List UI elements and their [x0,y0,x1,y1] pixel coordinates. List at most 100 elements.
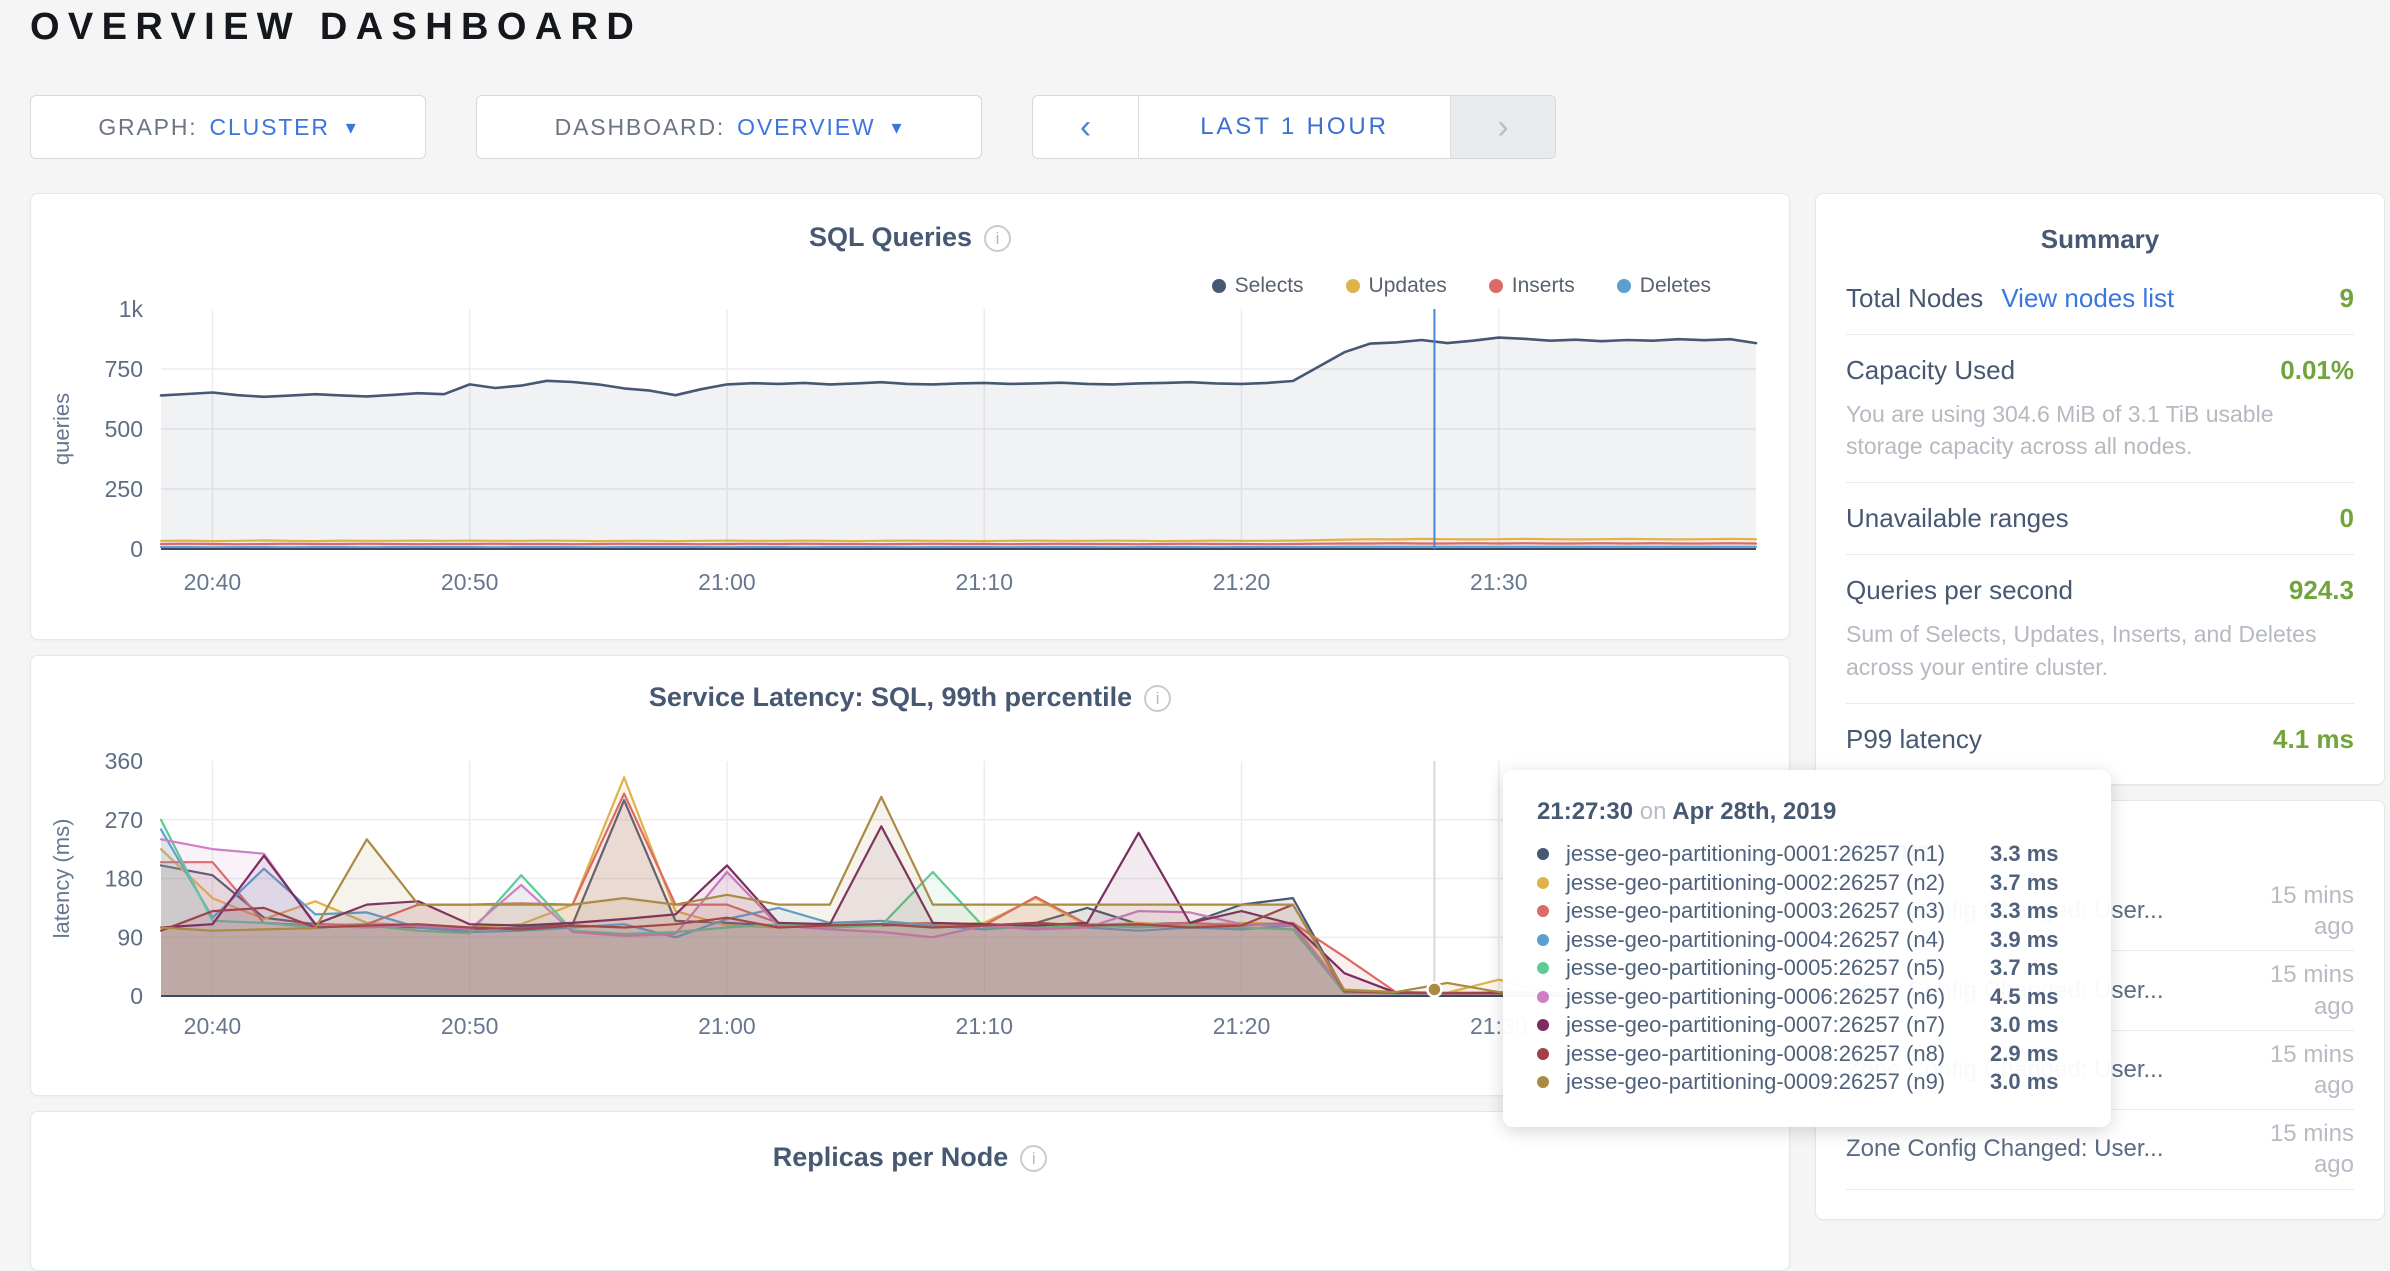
tooltip-time: 21:27:30 [1537,798,1633,825]
tooltip-node-row: jesse-geo-partitioning-0007:26257 (n7)3.… [1537,1011,2077,1040]
node-latency-value: 4.5 ms [1990,984,2059,1010]
info-icon[interactable]: i [1020,1145,1047,1172]
node-latency-value: 3.3 ms [1990,898,2059,924]
svg-text:0: 0 [130,983,143,1009]
capacity-value: 0.01% [2280,355,2354,386]
node-latency-value: 3.7 ms [1990,955,2059,981]
summary-row-unavailable: Unavailable ranges 0 [1846,482,2354,554]
svg-text:90: 90 [117,924,143,950]
series-dot-icon [1537,934,1549,946]
series-dot-icon [1537,905,1549,917]
view-nodes-list-link[interactable]: View nodes list [2001,283,2174,314]
node-latency-value: 3.0 ms [1990,1012,2059,1038]
series-dot-icon [1537,1076,1549,1088]
chart-title: SQL Queries [809,222,972,252]
graph-dropdown-label: GRAPH: [98,114,197,141]
node-name: jesse-geo-partitioning-0001:26257 (n1) [1566,841,1990,867]
svg-text:180: 180 [105,866,143,892]
p99-latency-label: P99 latency [1846,724,1982,755]
tooltip-node-row: jesse-geo-partitioning-0006:26257 (n6)4.… [1537,983,2077,1012]
p99-latency-value: 4.1 ms [2273,724,2354,755]
svg-text:21:10: 21:10 [955,1013,1013,1039]
graph-dropdown-value: CLUSTER [210,114,330,141]
dashboard-dropdown-value: OVERVIEW [737,114,875,141]
series-dot-icon [1537,962,1549,974]
node-latency-value: 2.9 ms [1990,1041,2059,1067]
sql-queries-title-row: SQL Queries i [31,194,1789,253]
svg-text:20:50: 20:50 [441,569,499,595]
graph-dropdown[interactable]: GRAPH: CLUSTER ▾ [30,95,426,159]
svg-text:20:40: 20:40 [184,1013,242,1039]
series-dot-icon [1537,877,1549,889]
node-name: jesse-geo-partitioning-0009:26257 (n9) [1566,1069,1990,1095]
event-timestamp: 15 mins ago [2232,959,2354,1021]
chevron-right-icon: › [1497,108,1508,147]
chart-hover-tooltip: 21:27:30 on Apr 28th, 2019 jesse-geo-par… [1503,770,2111,1127]
summary-row-qps: Queries per second 924.3 [1846,554,2354,626]
svg-text:21:10: 21:10 [955,569,1013,595]
series-dot-icon [1537,991,1549,1003]
capacity-description: You are using 304.6 MiB of 3.1 TiB usabl… [1846,398,2354,482]
legend-dot-icon [1212,279,1226,293]
time-next-button[interactable]: › [1450,96,1555,158]
dashboard-dropdown-label: DASHBOARD: [555,114,725,141]
dashboard-dropdown[interactable]: DASHBOARD: OVERVIEW ▾ [476,95,982,159]
page-title: OVERVIEW DASHBOARD [30,6,642,49]
capacity-label: Capacity Used [1846,355,2015,386]
unavailable-ranges-label: Unavailable ranges [1846,503,2069,534]
svg-text:250: 250 [105,476,143,502]
node-latency-value: 3.0 ms [1990,1069,2059,1095]
time-range-selector: ‹ LAST 1 HOUR › [1032,95,1556,159]
svg-text:queries: queries [49,393,74,465]
node-latency-value: 3.7 ms [1990,870,2059,896]
legend-dot-icon [1617,279,1631,293]
svg-text:21:00: 21:00 [698,1013,756,1039]
tooltip-node-row: jesse-geo-partitioning-0004:26257 (n4)3.… [1537,926,2077,955]
total-nodes-label: Total Nodes [1846,283,1983,314]
summary-panel: Summary Total Nodes View nodes list 9 Ca… [1815,193,2385,785]
svg-text:latency (ms): latency (ms) [49,819,74,939]
chevron-left-icon: ‹ [1080,108,1091,147]
series-dot-icon [1537,1019,1549,1031]
event-timestamp: 15 mins ago [2232,1118,2354,1180]
event-text: Zone Config Changed: User... [1846,1135,2232,1163]
tooltip-node-row: jesse-geo-partitioning-0002:26257 (n2)3.… [1537,869,2077,898]
tooltip-node-row: jesse-geo-partitioning-0009:26257 (n9)3.… [1537,1068,2077,1097]
tooltip-rows: jesse-geo-partitioning-0001:26257 (n1)3.… [1537,840,2077,1097]
info-icon[interactable]: i [1144,685,1171,712]
time-prev-button[interactable]: ‹ [1033,96,1139,158]
svg-text:500: 500 [105,416,143,442]
svg-text:270: 270 [105,807,143,833]
svg-text:21:20: 21:20 [1213,569,1271,595]
tooltip-node-row: jesse-geo-partitioning-0001:26257 (n1)3.… [1537,840,2077,869]
tooltip-node-row: jesse-geo-partitioning-0005:26257 (n5)3.… [1537,954,2077,983]
qps-value: 924.3 [2289,575,2354,606]
svg-text:21:00: 21:00 [698,569,756,595]
total-nodes-value: 9 [2340,283,2354,314]
svg-text:20:40: 20:40 [184,569,242,595]
sql-queries-chart[interactable]: 02505007501k20:4020:5021:0021:1021:2021:… [31,294,1791,641]
tooltip-on: on [1640,798,1667,825]
node-name: jesse-geo-partitioning-0002:26257 (n2) [1566,870,1990,896]
qps-description: Sum of Selects, Updates, Inserts, and De… [1846,618,2354,702]
node-latency-value: 3.9 ms [1990,927,2059,953]
summary-title: Summary [1846,224,2354,255]
unavailable-ranges-value: 0 [2340,503,2354,534]
caret-down-icon: ▾ [346,115,358,140]
svg-text:20:50: 20:50 [441,1013,499,1039]
svg-text:360: 360 [105,748,143,774]
node-name: jesse-geo-partitioning-0006:26257 (n6) [1566,984,1990,1010]
tooltip-node-row: jesse-geo-partitioning-0008:26257 (n8)2.… [1537,1040,2077,1069]
node-name: jesse-geo-partitioning-0004:26257 (n4) [1566,927,1990,953]
legend-dot-icon [1346,279,1360,293]
svg-text:21:30: 21:30 [1470,569,1528,595]
time-range-label[interactable]: LAST 1 HOUR [1139,96,1450,158]
series-dot-icon [1537,848,1549,860]
series-dot-icon [1537,1048,1549,1060]
qps-label: Queries per second [1846,575,2073,606]
tooltip-header: 21:27:30 on Apr 28th, 2019 [1537,798,2077,826]
info-icon[interactable]: i [984,225,1011,252]
svg-text:0: 0 [130,536,143,562]
node-name: jesse-geo-partitioning-0008:26257 (n8) [1566,1041,1990,1067]
node-latency-value: 3.3 ms [1990,841,2059,867]
